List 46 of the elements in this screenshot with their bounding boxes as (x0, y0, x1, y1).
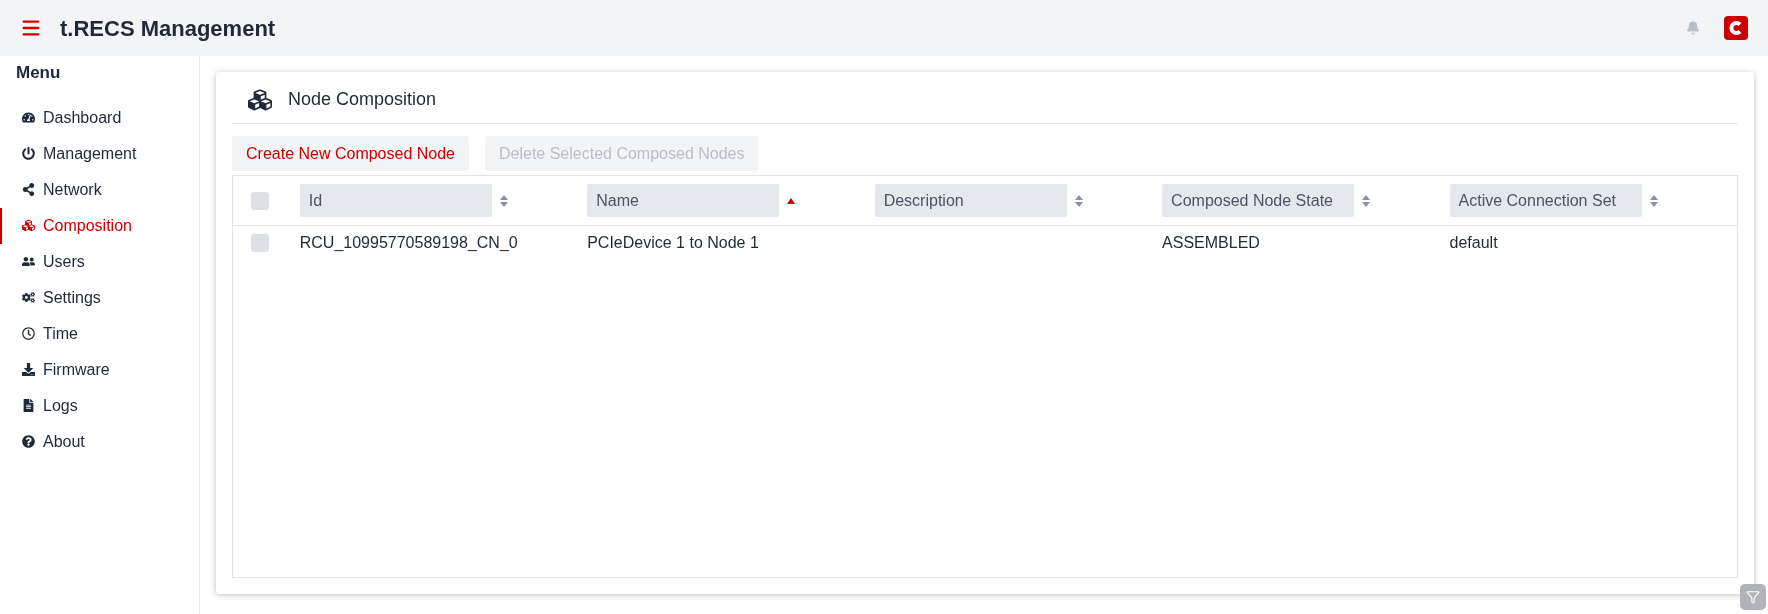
sidebar-item[interactable]: Management (0, 135, 199, 172)
bell-icon[interactable] (1686, 21, 1700, 35)
column-header[interactable]: Name (587, 184, 780, 217)
gauge-icon (22, 111, 35, 124)
sidebar-item[interactable]: Time (0, 315, 199, 352)
action-button[interactable]: Create New Composed Node (232, 136, 469, 171)
checkbox[interactable] (251, 191, 269, 210)
sort-icon[interactable] (499, 194, 508, 207)
checkbox[interactable] (251, 234, 269, 252)
logo-icon[interactable] (1724, 16, 1748, 40)
column-header[interactable]: Composed Node State (1162, 184, 1355, 217)
power-icon (22, 147, 35, 160)
filter-icon (1746, 590, 1760, 604)
sort-icon[interactable] (1362, 194, 1371, 207)
column-header[interactable]: Active Connection Set (1449, 184, 1642, 217)
gears-icon (22, 291, 35, 304)
sidebar-item[interactable]: Settings (0, 279, 199, 316)
sidebar-item[interactable]: About (0, 423, 199, 460)
sidebar-item[interactable]: Composition (0, 207, 199, 244)
sort-icon[interactable] (1074, 194, 1083, 207)
table-cell: PCIeDevice 1 to Node 1 (587, 234, 759, 251)
sidebar-item[interactable]: Logs (0, 387, 199, 424)
card-title: Node Composition (288, 88, 437, 111)
sidebar-item[interactable]: Users (0, 243, 199, 280)
sort-icon[interactable] (1649, 194, 1658, 207)
app-title: t.RECS Management (60, 14, 276, 43)
menu-icon[interactable] (20, 17, 42, 39)
help-icon (22, 435, 35, 448)
menu-heading: Menu (15, 62, 62, 84)
table-cell: default (1449, 234, 1498, 251)
sort-ascending-icon[interactable] (787, 197, 796, 204)
filter-button[interactable] (1740, 584, 1766, 610)
table-cell: RCU_10995770589198_CN_0 (299, 234, 518, 251)
download-icon (22, 363, 35, 376)
sidebar-item[interactable]: Dashboard (0, 99, 199, 136)
share-icon (22, 183, 35, 196)
cubes-icon (248, 87, 272, 112)
users-icon (22, 255, 35, 268)
sidebar-item[interactable]: Network (0, 171, 199, 208)
cubes-icon (22, 219, 35, 232)
file-icon (22, 399, 35, 412)
column-header[interactable]: Id (299, 184, 492, 217)
table-cell: ASSEMBLED (1162, 234, 1260, 251)
clock-icon (22, 327, 35, 340)
sidebar-item[interactable]: Firmware (0, 351, 199, 388)
column-header[interactable]: Description (874, 184, 1067, 217)
